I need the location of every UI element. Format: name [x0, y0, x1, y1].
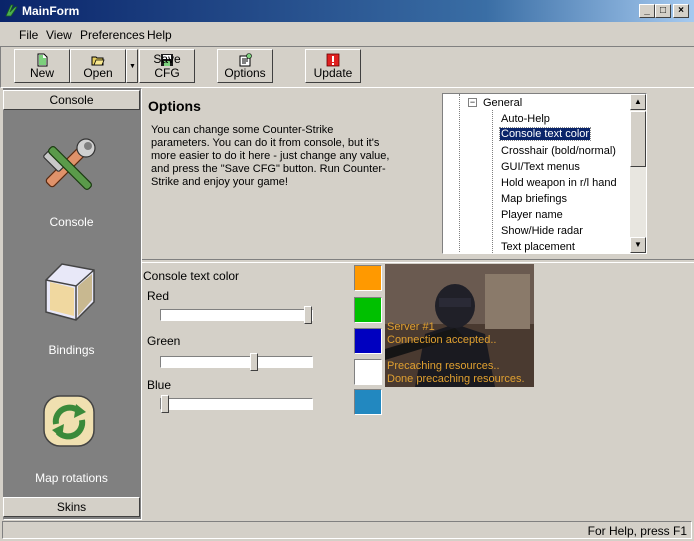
blue-label: Blue	[147, 378, 172, 392]
left-pane-footer-skins[interactable]: Skins	[3, 497, 140, 517]
options-heading: Options	[148, 98, 201, 114]
menu-help[interactable]: Help	[147, 28, 172, 42]
green-slider[interactable]	[160, 353, 313, 371]
console-line: Done precaching resources.	[387, 373, 525, 385]
color-swatch-cyan[interactable]	[354, 389, 382, 415]
minimize-button[interactable]: _	[639, 4, 655, 18]
settings-tree[interactable]: − General Auto-Help Console text color C…	[442, 93, 647, 254]
status-help-text: For Help, press F1	[587, 524, 687, 538]
tree-item-general[interactable]: General	[483, 97, 522, 109]
update-label: Update	[313, 66, 353, 80]
console-preview: Server #1 Connection accepted.. Precachi…	[385, 264, 534, 387]
menu-file[interactable]: File	[19, 28, 38, 42]
close-button[interactable]: ×	[673, 4, 689, 18]
save-cfg-button[interactable]: Save CFG	[139, 49, 195, 83]
console-line: Precaching resources..	[387, 360, 500, 372]
left-pane-header-console[interactable]: Console	[3, 90, 140, 110]
options-label: Options	[224, 66, 266, 80]
options-icon	[239, 53, 252, 67]
color-swatch-green[interactable]	[354, 297, 382, 323]
options-description: You can change some Counter-Strike param…	[151, 124, 390, 188]
collapse-icon[interactable]: −	[468, 98, 477, 107]
key-bindings-icon[interactable]	[36, 258, 102, 326]
status-bar: For Help, press F1	[2, 521, 692, 539]
tree-item[interactable]: Text placement	[501, 241, 575, 253]
new-file-icon	[37, 53, 48, 67]
tools-icon[interactable]	[36, 134, 102, 200]
left-pane-item-console[interactable]: Console	[3, 215, 140, 229]
blue-slider[interactable]	[160, 395, 313, 413]
maximize-button[interactable]: □	[655, 4, 671, 18]
tree-branch-line	[492, 110, 494, 253]
tree-item[interactable]: Show/Hide radar	[501, 225, 583, 237]
tree-scrollbar[interactable]: ▲ ▼	[630, 94, 646, 253]
menu-preferences[interactable]: Preferences	[80, 28, 145, 42]
horizontal-divider	[142, 259, 694, 263]
save-cfg-label: Save CFG	[153, 52, 181, 80]
new-button[interactable]: New	[14, 49, 70, 83]
menu-bar: File View Preferences Help	[0, 25, 694, 45]
tree-connector	[459, 94, 461, 253]
color-editor-label: Console text color	[143, 269, 240, 283]
blue-slider-thumb[interactable]	[161, 395, 169, 413]
options-button[interactable]: Options	[217, 49, 273, 83]
red-slider[interactable]	[160, 306, 313, 324]
console-line: Connection accepted..	[387, 334, 497, 346]
left-pane-item-bindings[interactable]: Bindings	[3, 343, 140, 357]
console-line: Server #1	[387, 321, 435, 333]
tree-item-selected[interactable]: Console text color	[498, 127, 592, 141]
open-folder-icon	[91, 56, 105, 66]
alert-icon	[326, 53, 340, 67]
app-icon	[5, 4, 18, 17]
title-bar[interactable]: MainForm _ □ ×	[0, 0, 694, 22]
red-slider-thumb[interactable]	[304, 306, 312, 324]
open-button[interactable]: Open	[70, 49, 126, 83]
color-swatch-white[interactable]	[354, 359, 382, 385]
scroll-thumb[interactable]	[630, 111, 646, 167]
tree-item[interactable]: Auto-Help	[501, 113, 550, 125]
scroll-down-icon[interactable]: ▼	[630, 237, 646, 253]
tree-item[interactable]: Map briefings	[501, 193, 567, 205]
new-label: New	[29, 66, 54, 80]
tree-item[interactable]: GUI/Text menus	[501, 161, 580, 173]
menu-view[interactable]: View	[46, 28, 72, 42]
color-swatch-blue[interactable]	[354, 328, 382, 354]
tree-item[interactable]: Hold weapon in r/l hand	[501, 177, 617, 189]
open-label: Open	[83, 66, 113, 80]
chevron-down-icon: ▼	[129, 63, 136, 70]
open-dropdown-button[interactable]: ▼	[126, 49, 138, 83]
map-rotation-icon[interactable]	[36, 388, 102, 454]
color-swatch-orange[interactable]	[354, 265, 382, 291]
green-label: Green	[147, 334, 181, 348]
tree-item[interactable]: Player name	[501, 209, 563, 221]
left-pane-item-map-rotations[interactable]: Map rotations	[3, 471, 140, 485]
scroll-up-icon[interactable]: ▲	[630, 94, 646, 110]
green-slider-thumb[interactable]	[250, 353, 258, 371]
red-label: Red	[147, 289, 170, 303]
tree-item[interactable]: Crosshair (bold/normal)	[501, 145, 616, 157]
update-button[interactable]: Update	[305, 49, 361, 83]
window-title: MainForm	[22, 4, 80, 18]
